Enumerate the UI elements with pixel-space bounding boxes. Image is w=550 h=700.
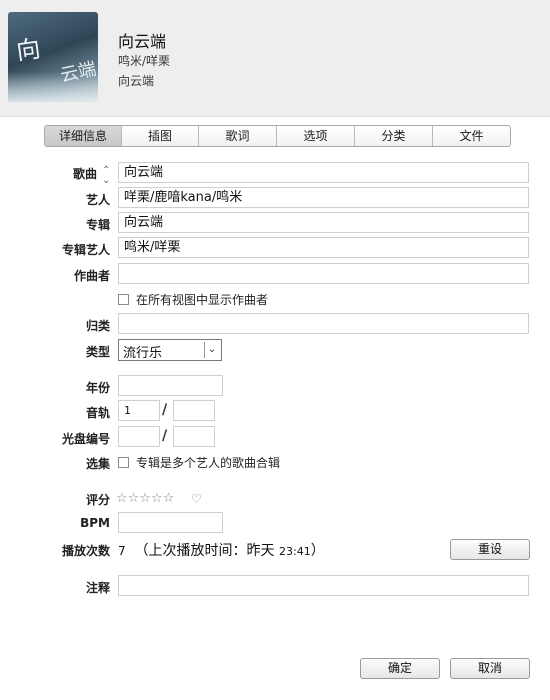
album-art[interactable]: 向 云端 bbox=[8, 12, 98, 102]
tab-artwork[interactable]: 插图 bbox=[122, 126, 199, 146]
disc-slash: / bbox=[162, 428, 168, 444]
genre-value: 流行乐 bbox=[123, 346, 163, 361]
rating-label: 评分 bbox=[85, 493, 110, 507]
last-played-prefix: （上次播放时间：昨天 bbox=[134, 543, 279, 559]
tab-bar: 详细信息 插图 歌词 选项 分类 文件 bbox=[44, 125, 511, 147]
artist-label: 艺人 bbox=[85, 193, 110, 207]
ok-button[interactable]: 确定 bbox=[360, 658, 440, 679]
play-count-info: 7 （上次播放时间：昨天 23:41） bbox=[118, 540, 325, 560]
song-label: 歌曲 bbox=[72, 167, 97, 181]
composer-label: 作曲者 bbox=[73, 269, 110, 283]
grouping-label: 归类 bbox=[85, 319, 110, 333]
tab-file[interactable]: 文件 bbox=[433, 126, 510, 146]
disc-number-field[interactable] bbox=[118, 426, 160, 447]
bpm-label: BPM bbox=[80, 516, 110, 530]
love-heart-icon[interactable]: ♡ bbox=[191, 492, 202, 506]
tab-sorting[interactable]: 分类 bbox=[355, 126, 433, 146]
track-number-field[interactable]: 1 bbox=[118, 400, 160, 421]
song-field[interactable]: 向云端 bbox=[118, 162, 529, 183]
album-artist-label: 专辑艺人 bbox=[61, 243, 110, 257]
track-slash: / bbox=[162, 402, 168, 418]
sort-arrows-icon[interactable]: ⌃ ⌄ bbox=[102, 166, 110, 186]
song-info-header: 向 云端 向云端 鸣米/咩栗 向云端 bbox=[0, 0, 550, 117]
comments-field[interactable] bbox=[118, 575, 529, 596]
header-album: 向云端 bbox=[118, 74, 155, 88]
compilation-label: 选集 bbox=[85, 457, 110, 471]
grouping-field[interactable] bbox=[118, 313, 529, 334]
album-label: 专辑 bbox=[85, 218, 110, 232]
composer-field[interactable] bbox=[118, 263, 529, 284]
album-field[interactable]: 向云端 bbox=[118, 212, 529, 233]
bpm-field[interactable] bbox=[118, 512, 223, 533]
reset-button[interactable]: 重设 bbox=[450, 539, 530, 560]
track-total-field[interactable] bbox=[173, 400, 215, 421]
last-played-suffix: ） bbox=[310, 543, 325, 559]
disc-total-field[interactable] bbox=[173, 426, 215, 447]
show-composer-checkbox[interactable] bbox=[118, 294, 129, 305]
year-field[interactable] bbox=[118, 375, 223, 396]
compilation-checkbox-label: 专辑是多个艺人的歌曲合辑 bbox=[136, 456, 281, 470]
tab-details[interactable]: 详细信息 bbox=[45, 126, 122, 146]
header-artist: 鸣米/咩栗 bbox=[118, 54, 171, 68]
rating-stars[interactable]: ☆☆☆☆☆ bbox=[116, 491, 174, 506]
album-art-title: 向 bbox=[14, 34, 44, 66]
compilation-checkbox[interactable] bbox=[118, 457, 129, 468]
comments-label: 注释 bbox=[85, 581, 110, 595]
genre-select[interactable]: 流行乐 ⌄ bbox=[118, 339, 222, 361]
disc-label: 光盘编号 bbox=[61, 432, 110, 446]
play-count-label: 播放次数 bbox=[61, 544, 110, 558]
genre-label: 类型 bbox=[85, 345, 110, 359]
year-label: 年份 bbox=[85, 381, 110, 395]
track-label: 音轨 bbox=[85, 406, 110, 420]
album-artist-field[interactable]: 鸣米/咩栗 bbox=[118, 237, 529, 258]
show-composer-label: 在所有视图中显示作曲者 bbox=[136, 293, 269, 307]
cancel-button[interactable]: 取消 bbox=[450, 658, 530, 679]
tab-options[interactable]: 选项 bbox=[277, 126, 355, 146]
tab-lyrics[interactable]: 歌词 bbox=[199, 126, 277, 146]
chevron-down-icon[interactable]: ⌄ bbox=[204, 342, 219, 358]
play-count-value: 7 bbox=[118, 544, 126, 558]
last-played-time: 23:41 bbox=[279, 545, 311, 558]
artist-field[interactable]: 咩栗/鹿喑kana/鸣米 bbox=[118, 187, 529, 208]
header-song-title: 向云端 bbox=[118, 32, 167, 51]
